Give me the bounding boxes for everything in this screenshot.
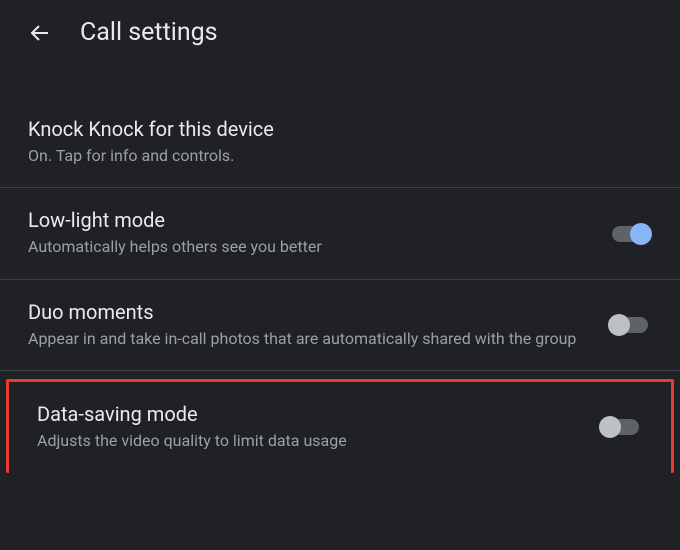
highlighted-wrapper: Data-saving mode Adjusts the video quali… — [6, 379, 674, 472]
back-arrow-icon[interactable] — [28, 21, 52, 45]
settings-item-title: Knock Knock for this device — [28, 117, 632, 141]
settings-item-text: Knock Knock for this device On. Tap for … — [28, 117, 652, 167]
page-title: Call settings — [80, 18, 218, 47]
settings-item-subtitle: Appear in and take in-call photos that a… — [28, 328, 588, 350]
low-light-toggle[interactable] — [608, 222, 652, 246]
settings-item-low-light[interactable]: Low-light mode Automatically helps other… — [0, 188, 680, 279]
toggle-thumb — [599, 416, 621, 438]
header: Call settings — [0, 0, 680, 65]
toggle-thumb — [608, 314, 630, 336]
settings-item-text: Duo moments Appear in and take in-call p… — [28, 300, 608, 350]
settings-item-title: Duo moments — [28, 300, 588, 324]
settings-item-text: Low-light mode Automatically helps other… — [28, 208, 608, 258]
settings-list: Knock Knock for this device On. Tap for … — [0, 65, 680, 473]
settings-item-text: Data-saving mode Adjusts the video quali… — [37, 402, 599, 452]
settings-item-duo-moments[interactable]: Duo moments Appear in and take in-call p… — [0, 280, 680, 371]
toggle-thumb — [630, 223, 652, 245]
duo-moments-toggle[interactable] — [608, 313, 652, 337]
settings-item-subtitle: Adjusts the video quality to limit data … — [37, 430, 579, 452]
settings-item-title: Low-light mode — [28, 208, 588, 232]
settings-item-data-saving[interactable]: Data-saving mode Adjusts the video quali… — [6, 379, 674, 472]
settings-item-title: Data-saving mode — [37, 402, 579, 426]
settings-item-subtitle: Automatically helps others see you bette… — [28, 236, 588, 258]
data-saving-toggle[interactable] — [599, 415, 643, 439]
settings-item-knock-knock[interactable]: Knock Knock for this device On. Tap for … — [0, 97, 680, 188]
settings-item-subtitle: On. Tap for info and controls. — [28, 145, 632, 167]
